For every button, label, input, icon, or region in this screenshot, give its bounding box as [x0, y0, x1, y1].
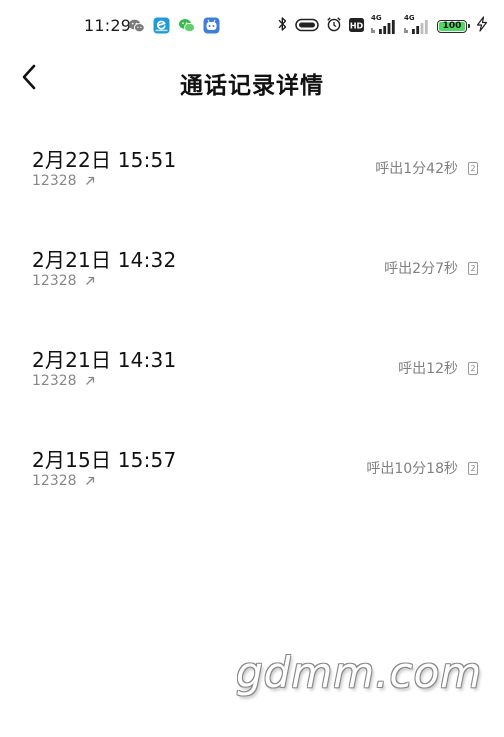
- call-datetime: 2月22日 15:51: [32, 148, 177, 172]
- call-record-item[interactable]: 2月21日 14:32 12328 呼出2分7秒 2: [0, 240, 504, 340]
- call-record-list: 2月22日 15:51 12328 呼出1分42秒 2 2月21日 14:32 …: [0, 140, 504, 540]
- status-bar: 11:29 HD 4G 4G 100: [0, 0, 504, 54]
- call-number: 12328: [32, 173, 77, 189]
- call-number-line: 12328: [32, 173, 96, 189]
- bluetooth-icon: [277, 16, 288, 36]
- sim-card-badge: 2: [468, 261, 478, 275]
- battery-level: 100: [442, 21, 462, 31]
- svg-text:HD: HD: [350, 21, 364, 30]
- hd-icon: HD: [349, 17, 364, 36]
- call-record-item[interactable]: 2月15日 15:57 12328 呼出10分18秒 2: [0, 440, 504, 540]
- call-record-item[interactable]: 2月21日 14:31 12328 呼出12秒 2: [0, 340, 504, 440]
- page-title: 通话记录详情: [180, 73, 324, 99]
- page-header: 通话记录详情: [0, 54, 504, 110]
- toggle-icon: [295, 17, 319, 36]
- signal-icon: 4G: [404, 14, 430, 36]
- call-datetime: 2月15日 15:57: [32, 448, 177, 472]
- call-meta: 呼出2分7秒 2: [384, 258, 478, 278]
- call-meta: 呼出1分42秒 2: [375, 158, 478, 178]
- sim-card-badge: 2: [468, 361, 478, 375]
- watermark: gdmm.com: [236, 648, 483, 697]
- sim-card-badge: 2: [468, 461, 478, 475]
- system-status-icons: HD 4G 4G 100: [277, 14, 490, 37]
- call-number-line: 12328: [32, 373, 96, 389]
- network-type-label: 4G: [404, 14, 415, 22]
- alarm-icon: [326, 16, 342, 36]
- call-datetime: 2月21日 14:31: [32, 348, 177, 372]
- call-number-line: 12328: [32, 273, 96, 289]
- mini-program-icon: [178, 17, 195, 34]
- network-type-label: 4G: [371, 14, 382, 22]
- wechat-icon: [128, 17, 145, 34]
- bot-app-icon: [203, 17, 220, 34]
- call-duration: 呼出2分7秒: [384, 261, 458, 277]
- signal-icon: 4G: [371, 14, 397, 36]
- outgoing-arrow-icon: [84, 175, 96, 187]
- browser-icon: [153, 17, 170, 34]
- sim-card-badge: 2: [468, 161, 478, 175]
- notification-icons: [128, 17, 220, 34]
- charging-icon: [474, 16, 490, 36]
- outgoing-arrow-icon: [84, 275, 96, 287]
- battery-icon: 100: [437, 19, 470, 33]
- call-number: 12328: [32, 273, 77, 289]
- call-meta: 呼出12秒 2: [398, 358, 478, 378]
- call-duration: 呼出10分18秒: [366, 461, 458, 477]
- outgoing-arrow-icon: [84, 475, 96, 487]
- call-number-line: 12328: [32, 473, 96, 489]
- status-time: 11:29: [84, 16, 132, 35]
- call-duration: 呼出12秒: [398, 361, 458, 377]
- call-duration: 呼出1分42秒: [375, 161, 458, 177]
- call-number: 12328: [32, 473, 77, 489]
- call-number: 12328: [32, 373, 77, 389]
- call-record-item[interactable]: 2月22日 15:51 12328 呼出1分42秒 2: [0, 140, 504, 240]
- call-datetime: 2月21日 14:32: [32, 248, 177, 272]
- outgoing-arrow-icon: [84, 375, 96, 387]
- call-meta: 呼出10分18秒 2: [366, 458, 478, 478]
